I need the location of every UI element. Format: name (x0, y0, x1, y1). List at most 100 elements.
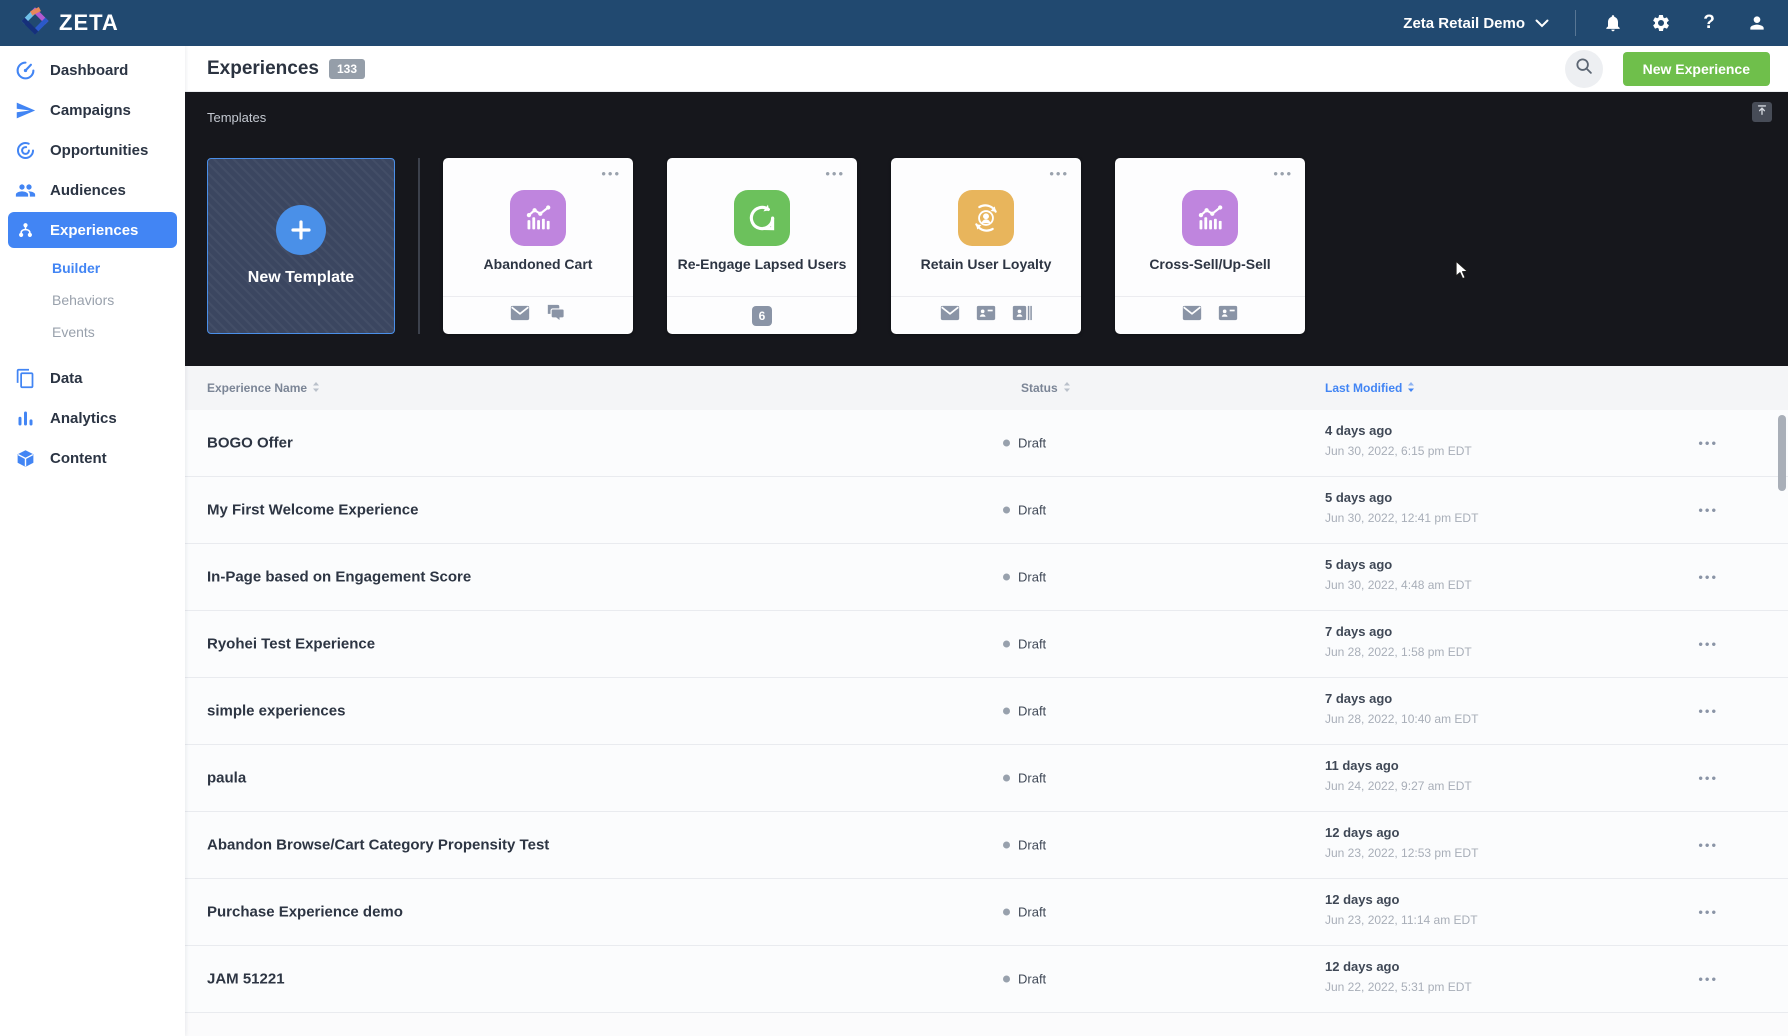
sidebar-subitem-builder[interactable]: Builder (0, 252, 185, 284)
sidebar-item-data[interactable]: Data (0, 358, 185, 398)
experience-name[interactable]: In-Page based on Engagement Score (207, 569, 471, 586)
opportunities-icon (15, 140, 36, 161)
sort-icon (312, 381, 320, 396)
table-row[interactable]: Ryohei Test Experience Draft 7 days agoJ… (185, 611, 1788, 678)
content-icon (15, 448, 36, 469)
workspace-selector[interactable]: Zeta Retail Demo (1403, 15, 1549, 32)
sidebar-item-label: Experiences (50, 222, 138, 239)
gear-icon[interactable] (1650, 12, 1672, 34)
more-options-icon[interactable]: ••• (825, 166, 845, 181)
row-more-options-icon[interactable]: ••• (1698, 838, 1718, 853)
sidebar-subitem-behaviors[interactable]: Behaviors (0, 284, 185, 316)
table-row[interactable]: simple experiences Draft 7 days agoJun 2… (185, 678, 1788, 745)
vertical-scrollbar[interactable] (1778, 415, 1786, 491)
row-more-options-icon[interactable]: ••• (1698, 905, 1718, 920)
template-cards-row: New Template ••• Abandoned Cart (207, 158, 1339, 334)
experience-name[interactable]: Abandon Browse/Cart Category Propensity … (207, 837, 549, 854)
contact-card-icon (976, 305, 996, 326)
row-more-options-icon[interactable]: ••• (1698, 771, 1718, 786)
sidebar-item-label: Analytics (50, 410, 117, 427)
topbar-divider (1575, 10, 1576, 36)
experience-name[interactable]: Purchase Experience demo (207, 904, 403, 921)
status-dot (1003, 440, 1010, 447)
template-card-re-engage-lapsed-users[interactable]: ••• Re-Engage Lapsed Users 6 (667, 158, 857, 334)
experience-name[interactable]: paula (207, 770, 246, 787)
template-card-title: Re-Engage Lapsed Users (667, 256, 857, 272)
zeta-logo-icon (20, 6, 50, 41)
table-row[interactable]: Abandon Browse/Cart Category Propensity … (185, 812, 1788, 879)
sidebar-item-campaigns[interactable]: Campaigns (0, 90, 185, 130)
table-row[interactable]: BOGO Offer Draft 4 days agoJun 30, 2022,… (185, 410, 1788, 477)
new-experience-button[interactable]: New Experience (1623, 52, 1770, 86)
sidebar-subitem-events[interactable]: Events (0, 316, 185, 348)
sidebar-item-audiences[interactable]: Audiences (0, 170, 185, 210)
template-card-abandoned-cart[interactable]: ••• Abandoned Cart (443, 158, 633, 334)
sidebar-item-opportunities[interactable]: Opportunities (0, 130, 185, 170)
row-more-options-icon[interactable]: ••• (1698, 436, 1718, 451)
brand-name: ZETA (59, 10, 119, 36)
status-label: Draft (1018, 503, 1046, 518)
dashboard-icon (15, 60, 36, 81)
row-more-options-icon[interactable]: ••• (1698, 704, 1718, 719)
templates-section: Templates New Template ••• Abandoned (185, 92, 1788, 366)
row-more-options-icon[interactable]: ••• (1698, 503, 1718, 518)
more-options-icon[interactable]: ••• (1273, 166, 1293, 181)
experience-count-badge: 133 (329, 59, 365, 79)
row-more-options-icon[interactable]: ••• (1698, 972, 1718, 987)
analytics-icon (15, 408, 36, 429)
user-icon[interactable] (1746, 12, 1768, 34)
table-row[interactable]: In-Page based on Engagement Score Draft … (185, 544, 1788, 611)
status-dot (1003, 976, 1010, 983)
status-dot (1003, 842, 1010, 849)
table-row[interactable]: JAM 51221 Draft 12 days agoJun 22, 2022,… (185, 946, 1788, 1013)
experience-name[interactable]: Ryohei Test Experience (207, 636, 375, 653)
experience-name[interactable]: My First Welcome Experience (207, 502, 418, 519)
last-modified-cell: 12 days agoJun 22, 2022, 5:31 pm EDT (1325, 959, 1472, 994)
column-header-status[interactable]: Status (1021, 366, 1071, 410)
bell-icon[interactable] (1602, 12, 1624, 34)
row-more-options-icon[interactable]: ••• (1698, 637, 1718, 652)
experience-name[interactable]: JAM 51221 (207, 971, 285, 988)
status-label: Draft (1018, 905, 1046, 920)
plus-icon (276, 205, 326, 255)
sidebar-item-label: Content (50, 450, 107, 467)
more-options-icon[interactable]: ••• (1049, 166, 1069, 181)
sidebar-item-content[interactable]: Content (0, 438, 185, 478)
last-modified-cell: 7 days agoJun 28, 2022, 1:58 pm EDT (1325, 624, 1472, 659)
more-options-icon[interactable]: ••• (601, 166, 621, 181)
status-dot (1003, 708, 1010, 715)
experiences-submenu: Builder Behaviors Events (0, 250, 185, 352)
new-template-card[interactable]: New Template (207, 158, 395, 334)
collapse-templates-button[interactable] (1752, 102, 1772, 122)
table-row[interactable]: My First Welcome Experience Draft 5 days… (185, 477, 1788, 544)
campaigns-icon (15, 100, 36, 121)
mail-icon (940, 305, 960, 326)
sidebar-item-label: Dashboard (50, 62, 128, 79)
help-icon[interactable]: ? (1698, 12, 1720, 34)
status-label: Draft (1018, 704, 1046, 719)
brand[interactable]: ZETA (20, 6, 119, 41)
status-cell: Draft (1003, 436, 1046, 451)
table-row[interactable]: paula Draft 11 days agoJun 24, 2022, 9:2… (185, 745, 1788, 812)
experience-name[interactable]: simple experiences (207, 703, 345, 720)
status-dot (1003, 641, 1010, 648)
row-more-options-icon[interactable]: ••• (1698, 570, 1718, 585)
last-modified-cell: 5 days agoJun 30, 2022, 4:48 am EDT (1325, 557, 1472, 592)
last-modified-cell: 12 days agoJun 23, 2022, 12:53 pm EDT (1325, 825, 1478, 860)
search-button[interactable] (1565, 50, 1603, 88)
sidebar-item-analytics[interactable]: Analytics (0, 398, 185, 438)
status-dot (1003, 775, 1010, 782)
experience-table: BOGO Offer Draft 4 days agoJun 30, 2022,… (185, 410, 1788, 1013)
column-header-experience-name[interactable]: Experience Name (207, 366, 320, 410)
last-modified-cell: 4 days agoJun 30, 2022, 6:15 pm EDT (1325, 423, 1472, 458)
table-row[interactable]: Purchase Experience demo Draft 12 days a… (185, 879, 1788, 946)
experience-name[interactable]: BOGO Offer (207, 435, 293, 452)
mail-icon (510, 305, 530, 326)
sidebar-item-dashboard[interactable]: Dashboard (0, 50, 185, 90)
status-dot (1003, 909, 1010, 916)
column-header-last-modified[interactable]: Last Modified (1325, 366, 1415, 410)
template-card-retain-user-loyalty[interactable]: ••• Retain User Loyalty (891, 158, 1081, 334)
template-card-title: Retain User Loyalty (891, 256, 1081, 272)
sidebar-item-experiences[interactable]: Experiences (8, 212, 177, 248)
template-card-cross-sell-up-sell[interactable]: ••• Cross-Sell/Up-Sell (1115, 158, 1305, 334)
